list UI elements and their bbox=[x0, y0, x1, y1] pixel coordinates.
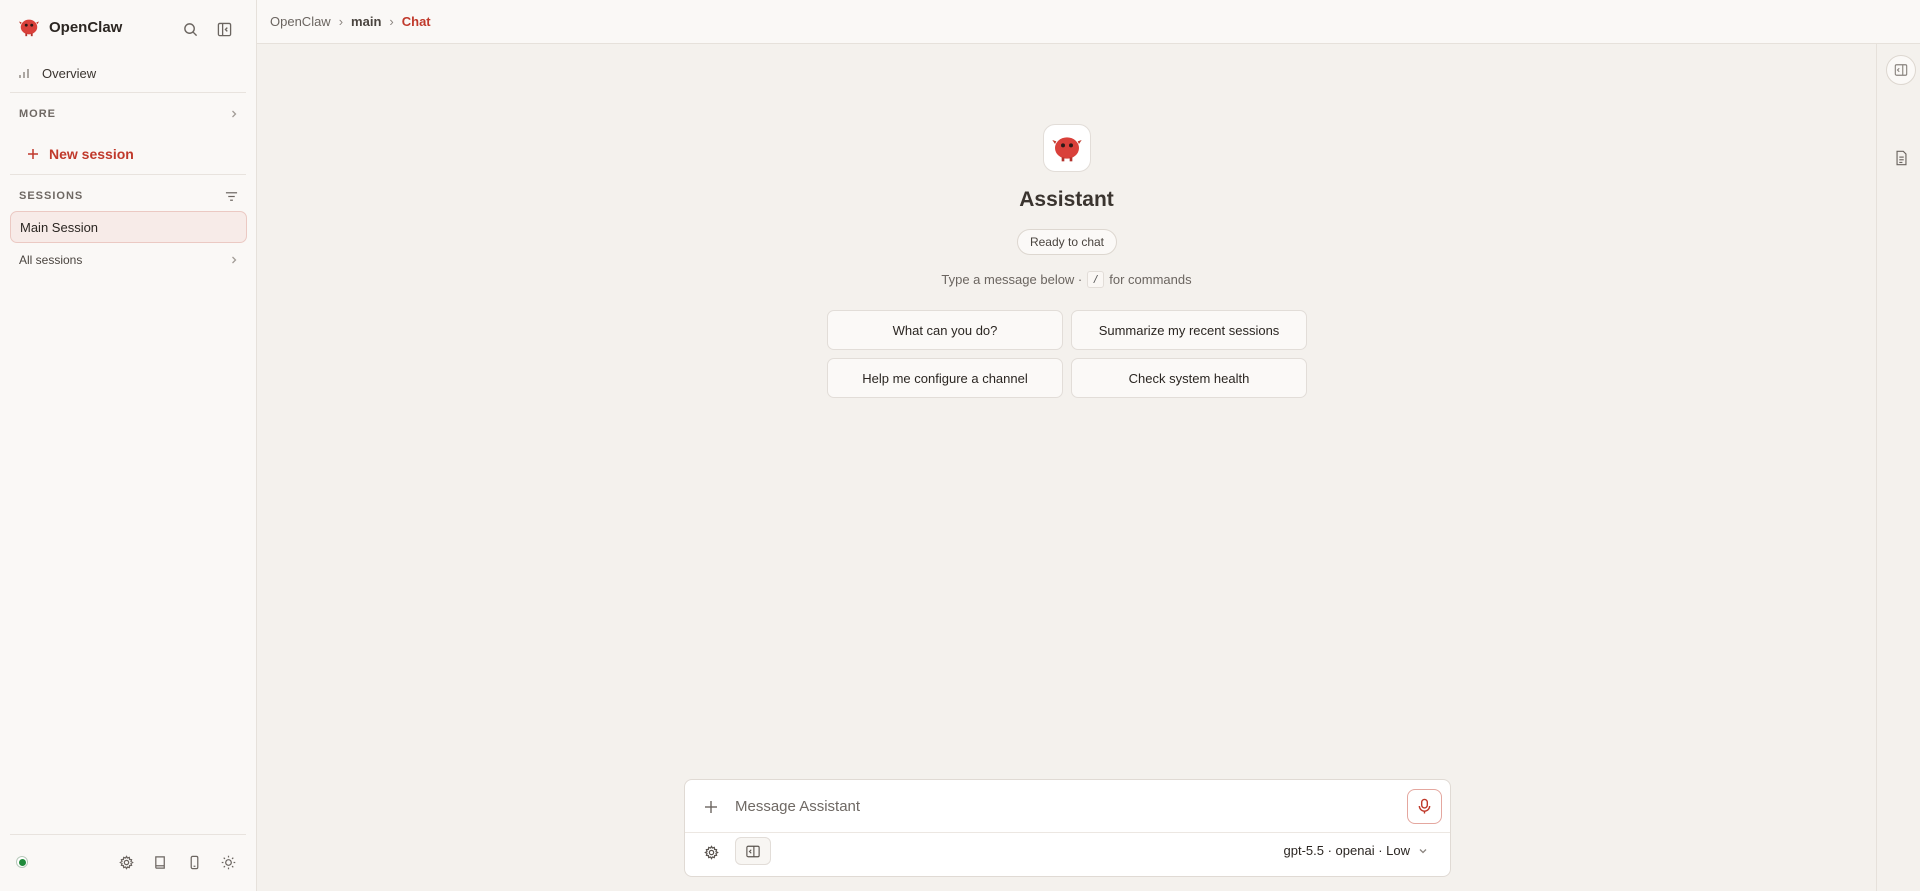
hint-text: Type a message below · bbox=[941, 272, 1083, 287]
connection-status-indicator bbox=[16, 856, 28, 868]
panel-expand-icon[interactable] bbox=[1886, 55, 1916, 85]
message-input[interactable] bbox=[735, 791, 1375, 821]
more-section-toggle[interactable]: MORE bbox=[19, 108, 239, 120]
message-composer: gpt-5.5 · openai · Low bbox=[684, 779, 1451, 877]
openclaw-mascot-icon bbox=[18, 16, 40, 38]
command-hint: Type a message below · / for commands bbox=[257, 271, 1876, 288]
all-sessions-link[interactable]: All sessions bbox=[19, 251, 239, 269]
gear-icon[interactable] bbox=[116, 852, 136, 872]
session-label: Main Session bbox=[20, 219, 99, 235]
sidebar-item-label: Overview bbox=[42, 65, 97, 81]
book-icon[interactable] bbox=[150, 852, 170, 872]
model-selector[interactable]: gpt-5.5 · openai · Low bbox=[1284, 843, 1428, 858]
breadcrumb-item-current: Chat bbox=[401, 14, 431, 29]
chat-welcome: Assistant Ready to chat Type a message b… bbox=[257, 44, 1876, 744]
sidebar-collapse-icon[interactable] bbox=[214, 19, 234, 39]
phone-icon[interactable] bbox=[184, 852, 204, 872]
filter-icon[interactable] bbox=[223, 188, 239, 204]
attach-plus-icon[interactable] bbox=[701, 797, 721, 817]
chevron-down-icon bbox=[1418, 846, 1428, 856]
all-sessions-label: All sessions bbox=[19, 253, 83, 267]
breadcrumb-item-agent[interactable]: main bbox=[351, 14, 381, 29]
model-label: gpt-5.5 · openai · Low bbox=[1283, 843, 1410, 858]
chevron-right-icon bbox=[229, 255, 239, 265]
brand[interactable]: OpenClaw bbox=[18, 16, 122, 38]
microphone-icon bbox=[1417, 798, 1432, 815]
suggestion-button[interactable]: What can you do? bbox=[827, 310, 1063, 350]
suggestion-button[interactable]: Summarize my recent sessions bbox=[1071, 310, 1307, 350]
sessions-header: SESSIONS bbox=[19, 188, 239, 204]
search-icon[interactable] bbox=[180, 19, 200, 39]
hint-text: for commands bbox=[1109, 272, 1192, 287]
sidebar-panel-toggle-icon[interactable] bbox=[735, 837, 771, 865]
divider bbox=[10, 92, 246, 93]
divider bbox=[10, 174, 246, 175]
bar-chart-icon bbox=[18, 66, 32, 80]
right-rail bbox=[1876, 44, 1920, 891]
section-label: MORE bbox=[19, 108, 56, 120]
gear-icon[interactable] bbox=[701, 842, 721, 862]
divider bbox=[10, 834, 246, 835]
openclaw-mascot-icon bbox=[1051, 132, 1083, 164]
assistant-title: Assistant bbox=[1019, 188, 1114, 211]
sidebar: OpenClaw Overview MORE New session SESSI… bbox=[0, 0, 257, 891]
section-label: SESSIONS bbox=[19, 190, 84, 202]
document-icon[interactable] bbox=[1891, 148, 1911, 168]
suggestion-grid: What can you do? Summarize my recent ses… bbox=[827, 310, 1307, 398]
status-badge: Ready to chat bbox=[1017, 229, 1117, 255]
new-session-button[interactable]: New session bbox=[27, 146, 134, 162]
microphone-button[interactable] bbox=[1407, 789, 1442, 824]
breadcrumb-item-app[interactable]: OpenClaw bbox=[270, 14, 331, 29]
suggestion-button[interactable]: Check system health bbox=[1071, 358, 1307, 398]
new-session-label: New session bbox=[49, 146, 134, 162]
sun-icon[interactable] bbox=[218, 852, 238, 872]
breadcrumb-separator: › bbox=[389, 14, 394, 29]
session-item-main[interactable]: Main Session bbox=[10, 211, 247, 243]
app-name: OpenClaw bbox=[49, 18, 123, 36]
breadcrumb: OpenClaw › main › Chat bbox=[257, 0, 1920, 44]
slash-key: / bbox=[1087, 271, 1105, 288]
sidebar-item-overview[interactable]: Overview bbox=[18, 62, 238, 84]
plus-icon bbox=[27, 148, 39, 160]
chevron-right-icon bbox=[229, 109, 239, 119]
suggestion-button[interactable]: Help me configure a channel bbox=[827, 358, 1063, 398]
assistant-avatar bbox=[1043, 124, 1091, 172]
breadcrumb-separator: › bbox=[338, 14, 344, 29]
